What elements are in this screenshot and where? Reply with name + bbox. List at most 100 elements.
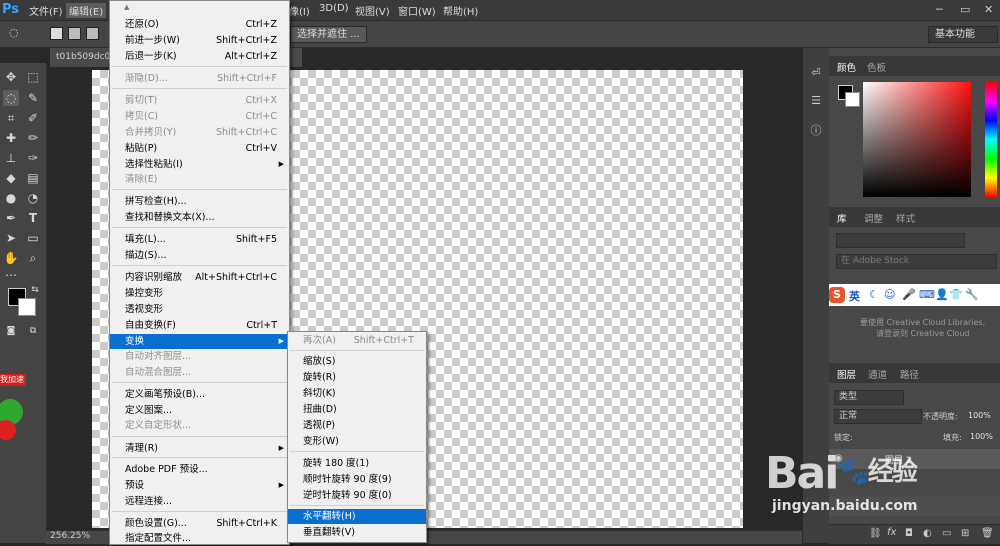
edit-menu-item[interactable]: 后退一步(K) Alt+Ctrl+Z [110,49,289,64]
brush-tool-icon[interactable]: ✏ [25,130,41,146]
transform-menu-item[interactable]: 水平翻转(H) [288,509,426,524]
user-icon[interactable]: 👤 [935,288,949,301]
sogou-input-toolbar[interactable]: S 英 ☾ ☺ 🎤 ⌨ 👤 👕 🔧 [829,284,1000,306]
swap-colors-icon[interactable]: ⇆ [27,282,43,298]
transform-menu-item[interactable]: 顺时针旋转 90 度(9) [288,472,426,487]
edit-menu-item[interactable]: 合并拷贝(Y) Shift+Ctrl+C [110,125,289,140]
history-panel-icon[interactable]: ⏎ [807,64,825,82]
path-select-icon[interactable]: ➤ [3,230,19,246]
tab-channels[interactable]: 通道 [868,367,887,381]
adjustment-layer-icon[interactable]: ◐ [923,528,932,539]
transform-menu-item[interactable]: 逆时针旋转 90 度(0) [288,488,426,503]
tab-paths[interactable]: 路径 [900,367,919,381]
menu-window[interactable]: 窗口(W) [398,3,436,18]
edit-menu-item[interactable]: 自动对齐图层... [110,349,289,364]
fill-value[interactable]: 100% [970,432,993,441]
edit-menu-item[interactable]: 粘贴(P) Ctrl+V [110,141,289,156]
keyboard-icon[interactable]: ⌨ [919,288,935,301]
emoji-icon[interactable]: ☺ [884,288,895,301]
edit-menu-item[interactable]: 前进一步(W) Shift+Ctrl+Z [110,33,289,48]
document-tab[interactable]: t01b509dc0 [50,48,114,67]
quick-mask-icon[interactable]: ◙ [3,323,19,339]
menu-help[interactable]: 帮助(H) [443,3,478,18]
menu-file[interactable]: 文件(F) [29,3,63,18]
transform-menu-item[interactable]: 变形(W) [288,434,426,449]
edit-menu-item[interactable]: 自动混合图层... [110,365,289,380]
edit-menu-item[interactable]: 内容识别缩放 Alt+Shift+Ctrl+C [110,270,289,285]
edit-menu-item[interactable]: 渐隐(D)... Shift+Ctrl+F [110,71,289,86]
background-color-swatch[interactable] [18,298,36,316]
menu-3d[interactable]: 3D(D) [319,3,349,14]
edit-menu-item[interactable]: 自由变换(F) Ctrl+T [110,318,289,333]
rectangle-tool-icon[interactable]: ▭ [25,230,41,246]
edit-menu-item[interactable]: 透视变形 [110,302,289,317]
document-tab-close[interactable] [290,48,302,67]
lasso-icon[interactable]: ◌ [9,26,19,39]
pen-tool-icon[interactable]: ✒ [3,210,19,226]
edit-menu-item[interactable]: 定义画笔预设(B)... [110,387,289,402]
library-search[interactable]: 在 Adobe Stock [836,254,997,269]
tab-libraries[interactable]: 库 [837,211,847,225]
edit-menu-item[interactable]: 指定配置文件... [110,531,289,546]
maximize-icon[interactable]: ▭ [960,3,970,16]
lasso-tool-icon[interactable]: ◌ [3,90,19,106]
add-mask-icon[interactable]: ◘ [905,528,913,539]
new-selection-icon[interactable] [50,27,63,40]
edit-menu-item[interactable]: 定义图案... [110,403,289,418]
crop-tool-icon[interactable]: ⌗ [3,110,19,126]
edit-menu-item[interactable]: 颜色设置(G)... Shift+Ctrl+K [110,516,289,531]
stamp-tool-icon[interactable]: ⊥ [3,150,19,166]
gradient-tool-icon[interactable]: ▤ [25,170,41,186]
fx-icon[interactable]: fx [887,527,896,538]
edit-menu-item[interactable]: 清理(R) ▶ [110,441,289,456]
transform-menu-item[interactable]: 扭曲(D) [288,402,426,417]
sogou-lang[interactable]: 英 [849,288,860,304]
tab-layers[interactable]: 图层 [837,367,856,381]
transform-menu-item[interactable]: 透视(P) [288,418,426,433]
quick-select-tool-icon[interactable]: ✎ [25,90,41,106]
opacity-value[interactable]: 100% [968,411,991,420]
transform-menu-item[interactable]: 斜切(K) [288,386,426,401]
library-select[interactable] [836,233,965,248]
edit-menu-item[interactable]: 远程连接... [110,494,289,509]
edit-menu-item[interactable]: 查找和替换文本(X)... [110,210,289,225]
subtract-selection-icon[interactable] [86,27,99,40]
properties-panel-icon[interactable]: ☰ [807,92,825,110]
eyedropper-tool-icon[interactable]: ✐ [25,110,41,126]
edit-menu-item[interactable]: 预设 ▶ [110,478,289,493]
edit-menu-item[interactable]: 操控变形 [110,286,289,301]
eraser-tool-icon[interactable]: ◆ [3,170,19,186]
edit-menu-item[interactable]: 拼写检查(H)... [110,194,289,209]
transform-menu-item[interactable]: 旋转(R) [288,370,426,385]
layer-filter-kind[interactable]: 类型 [834,390,904,405]
edit-menu-item[interactable]: 选择性粘贴(I) ▶ [110,157,289,172]
new-layer-icon[interactable]: ⊞ [961,528,969,539]
group-icon[interactable]: ▭ [942,528,951,539]
move-tool-icon[interactable]: ✥ [3,69,19,85]
screen-mode-icon[interactable]: ⧉ [25,323,41,339]
promo-badge[interactable]: 我加速 [0,372,26,442]
moon-icon[interactable]: ☾ [869,288,879,301]
more-tools-icon[interactable]: ⋯ [3,267,19,283]
transform-menu-item[interactable]: 再次(A) Shift+Ctrl+T [288,333,426,348]
minimize-icon[interactable]: ─ [936,3,943,16]
add-selection-icon[interactable] [68,27,81,40]
dodge-tool-icon[interactable]: ◔ [25,190,41,206]
zoom-level[interactable]: 256.25% [50,531,90,541]
edit-menu-item[interactable]: 剪切(T) Ctrl+X [110,93,289,108]
menu-view[interactable]: 视图(V) [355,3,390,18]
blur-tool-icon[interactable]: ● [3,190,19,206]
type-tool-icon[interactable]: T [25,210,41,226]
hue-slider[interactable] [985,82,997,197]
delete-layer-icon[interactable]: 🗑 [981,528,994,539]
history-brush-icon[interactable]: ✑ [25,150,41,166]
color-panel-background[interactable] [845,92,860,107]
tab-styles[interactable]: 样式 [896,211,915,225]
edit-menu-item[interactable]: 变换 ▶ [110,334,289,349]
close-icon[interactable]: ✕ [984,3,993,16]
hand-tool-icon[interactable]: ✋ [3,250,19,266]
edit-menu-item[interactable]: 还原(O) Ctrl+Z [110,17,289,32]
menu-image-partial[interactable]: 像(I) [289,3,310,18]
edit-menu-item[interactable]: 清除(E) [110,172,289,187]
zoom-tool-icon[interactable]: ⌕ [25,250,41,266]
